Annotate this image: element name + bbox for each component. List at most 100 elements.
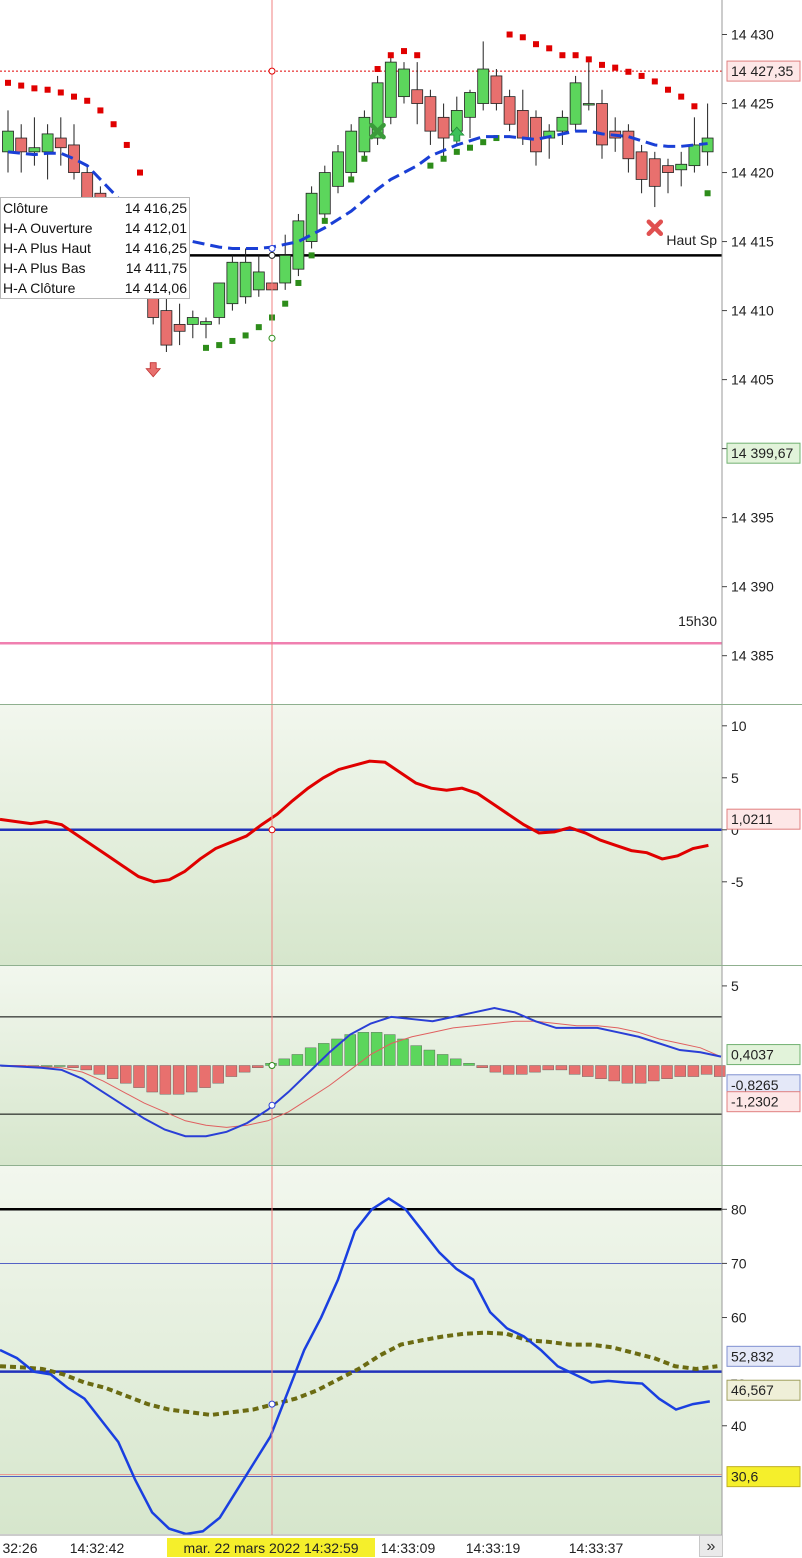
macd-bar (133, 1065, 145, 1088)
sar-dot (71, 93, 77, 100)
candle-body (345, 130, 358, 173)
macd-bar (106, 1065, 119, 1079)
black-line-label: Haut Sp (666, 232, 717, 248)
sar-dot (427, 162, 434, 169)
candle-body (424, 96, 437, 132)
svg-text:30,6: 30,6 (731, 1469, 758, 1485)
time-tick-label: 32:26 (2, 1540, 37, 1556)
macd-bar (344, 1034, 356, 1066)
macd-bar (489, 1065, 502, 1073)
macd-bar (529, 1065, 541, 1073)
sar-dot (137, 169, 143, 176)
price-panel[interactable]: Haut Sp 15h30 (0, 0, 722, 704)
macd-bar (159, 1065, 172, 1095)
sar-dot (18, 82, 25, 89)
price-tick-label: 14 405 (731, 372, 774, 388)
macd-bar (423, 1049, 436, 1066)
candle-body (358, 116, 371, 153)
price-tick-label: 14 395 (731, 510, 774, 526)
candle-body (648, 158, 661, 187)
sar-dot (533, 41, 539, 48)
macd-tick-label: 5 (731, 978, 739, 994)
time-tick-label: 14:33:09 (381, 1540, 436, 1556)
rsi-blue-badge: 52,832 (726, 1345, 801, 1367)
scroll-right-button[interactable]: » (699, 1535, 723, 1557)
macd-bar (93, 1065, 106, 1075)
sar-dot (519, 34, 526, 41)
macd-bar (172, 1065, 185, 1095)
time-tick-label: 14:33:37 (569, 1540, 624, 1556)
candle-body (464, 92, 476, 118)
macd-bar (568, 1065, 581, 1075)
sar-dot (255, 324, 262, 331)
candle-body (186, 317, 199, 325)
rsi-yellow-badge: 30,6 (726, 1466, 801, 1488)
rsi-panel[interactable]: 50 (0, 1166, 746, 1536)
candle-body (41, 133, 54, 153)
macd-bar (384, 1034, 396, 1066)
oscillator-panel[interactable] (0, 705, 722, 965)
candle-body (622, 130, 635, 160)
candle-body (305, 192, 318, 242)
macd-bar (687, 1065, 700, 1077)
macd-bar (608, 1065, 620, 1082)
sar-dot (440, 155, 447, 162)
rsi-olive-badge: 46,567 (726, 1379, 801, 1401)
price-high-badge: 14 427,35 (726, 60, 801, 82)
price-tick-label: 14 410 (731, 303, 774, 319)
macd-bar (595, 1065, 607, 1079)
candle-body (160, 310, 173, 346)
rsi-tick-label: 40 (731, 1418, 747, 1434)
macd-bar (714, 1065, 726, 1077)
macd-bar (674, 1065, 686, 1077)
macd-bar (436, 1054, 449, 1066)
crosshair-point (268, 67, 276, 75)
osc-tick-label: -5 (731, 874, 744, 890)
candle-body (516, 110, 529, 139)
crosshair-point (268, 251, 276, 259)
macd-bar (516, 1065, 528, 1075)
candle-body (332, 151, 344, 187)
macd-bar (199, 1065, 211, 1088)
macd-bar (661, 1065, 673, 1079)
tooltip-row-ha-close: H-A Clôture 14 414,06 (3, 280, 187, 296)
sar-dot (282, 300, 289, 307)
sar-dot (242, 332, 249, 339)
price-tick-label: 14 430 (731, 27, 774, 43)
sar-dot (612, 64, 619, 71)
oscillator-panel-bg (0, 705, 722, 965)
crosshair-time-label: mar. 22 mars 2022 14:32:59 (183, 1540, 358, 1556)
macd-panel[interactable] (0, 966, 726, 1165)
macd-bar (582, 1065, 594, 1077)
candle-body (2, 130, 14, 153)
sar-dot (704, 190, 711, 197)
svg-text:1,0211: 1,0211 (731, 811, 773, 827)
sar-dot (216, 342, 223, 349)
sar-dot (559, 52, 566, 59)
candle-body (635, 151, 648, 180)
macd-bar (621, 1065, 634, 1084)
sar-dot (374, 66, 381, 73)
rsi-tick-label: 60 (731, 1310, 747, 1326)
macd-bar (304, 1047, 317, 1066)
rsi-tick-label: 80 (731, 1201, 747, 1217)
macd-bar (502, 1065, 515, 1075)
candle-body (318, 172, 331, 215)
macd-bar (450, 1058, 462, 1066)
macd-bar (186, 1065, 198, 1093)
macd-bar (700, 1065, 713, 1075)
macd-bar (291, 1054, 304, 1066)
candle-body (477, 68, 490, 104)
sar-dot (546, 45, 553, 52)
sar-dot (453, 148, 460, 155)
sar-dot (638, 72, 645, 79)
tooltip-row-ha-high: H-A Plus Haut 14 416,25 (3, 240, 187, 256)
time-tick-label: 14:32:42 (70, 1540, 125, 1556)
macd-bar (146, 1065, 158, 1093)
tooltip-row-close: Clôture 14 416,25 (3, 200, 187, 216)
macd-bar (278, 1058, 290, 1066)
time-axis: 32:26 14:32:42 14:33:09 14:33:19 14:33:37 ma… (0, 1534, 802, 1558)
sar-dot (480, 139, 487, 146)
svg-text:52,832: 52,832 (731, 1348, 774, 1364)
tooltip-row-ha-low: H-A Plus Bas 14 411,75 (3, 260, 187, 276)
